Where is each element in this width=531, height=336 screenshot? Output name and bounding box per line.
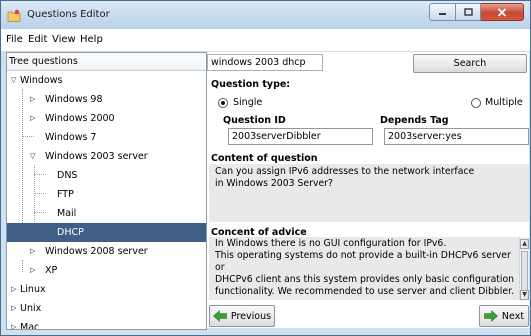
tree-item-label: Mac: [20, 322, 40, 330]
tree-header: Tree questions: [7, 53, 206, 71]
collapsed-arrow-icon[interactable]: ▷: [11, 299, 16, 318]
next-label: Next: [501, 310, 525, 322]
window-title: Questions Editor: [27, 9, 110, 20]
question-id-label: Question ID: [223, 115, 286, 126]
questions-editor-window: Questions Editor File Edit View Help Tre…: [0, 0, 531, 336]
tree-item-label: Mail: [57, 208, 77, 219]
question-type-label: Question type:: [211, 79, 291, 90]
menu-help[interactable]: Help: [80, 34, 103, 45]
close-icon: [497, 7, 507, 17]
depends-tag-field[interactable]: [384, 128, 529, 145]
tree-item-windows-2003-server[interactable]: ▽ Windows 2003 server: [7, 147, 206, 166]
tree-item-unix[interactable]: ▷ Unix: [7, 299, 206, 318]
menu-file[interactable]: File: [6, 34, 23, 45]
minimize-icon: [439, 13, 446, 15]
menu-edit[interactable]: Edit: [28, 34, 47, 45]
single-radio[interactable]: [218, 98, 228, 108]
tree-item-mac[interactable]: ▷ Mac: [7, 318, 206, 330]
previous-label: Previous: [230, 310, 272, 322]
multiple-radio-label: Multiple: [485, 97, 523, 108]
tree-item-label: DHCP: [57, 227, 84, 238]
question-content-text: Can you assign IPv6 addresses to the net…: [215, 166, 475, 189]
tree-item-dns[interactable]: DNS: [7, 166, 206, 185]
advice-scrollbar[interactable]: ▲ ▼: [519, 237, 529, 300]
tree-item-windows-2008-server[interactable]: ▷ Windows 2008 server: [7, 242, 206, 261]
left-arrow-icon: [212, 310, 227, 322]
collapsed-arrow-icon[interactable]: ▷: [30, 109, 35, 128]
tree-item-label: Windows 98: [45, 94, 103, 105]
content-of-question-label: Content of question: [211, 153, 318, 164]
window-controls: [429, 3, 524, 21]
advice-content-area[interactable]: In Windows there is no GUI configuration…: [209, 237, 529, 300]
collapsed-arrow-icon[interactable]: ▷: [11, 280, 16, 299]
tree-item-xp[interactable]: ▷ XP: [7, 261, 206, 280]
title-bar[interactable]: Questions Editor: [1, 1, 530, 29]
next-button[interactable]: Next: [479, 305, 529, 327]
tree-item-label: Windows: [20, 75, 63, 86]
tree-item-label: Linux: [20, 284, 46, 295]
search-input[interactable]: [207, 54, 323, 71]
tree-panel: Tree questions ▽ Windows ▷ Windows 98 ▷ …: [6, 52, 207, 330]
multiple-radio[interactable]: [471, 98, 481, 108]
advice-content-text: In Windows there is no GUI configuration…: [215, 238, 515, 297]
maximize-icon: [463, 8, 473, 16]
question-panel: Search Question type: Single Multiple Qu…: [207, 52, 529, 328]
scroll-down-arrow-icon[interactable]: ▼: [520, 290, 529, 300]
collapsed-arrow-icon[interactable]: ▷: [30, 90, 35, 109]
tree-item-label: Unix: [20, 303, 42, 314]
single-radio-label: Single: [233, 97, 263, 108]
tree-item-windows[interactable]: ▽ Windows: [7, 71, 206, 90]
tree-item-label: DNS: [57, 170, 78, 181]
tree-item-label: Windows 2008 server: [45, 246, 148, 257]
tree-item-windows-98[interactable]: ▷ Windows 98: [7, 90, 206, 109]
right-arrow-icon: [484, 310, 498, 322]
question-content-area[interactable]: Can you assign IPv6 addresses to the net…: [209, 164, 529, 222]
app-folder-icon: [7, 9, 21, 22]
question-id-field[interactable]: [228, 128, 373, 145]
tree-item-label: XP: [45, 265, 58, 276]
previous-button[interactable]: Previous: [209, 305, 275, 327]
tree-item-dhcp[interactable]: DHCP: [7, 223, 206, 242]
menu-view[interactable]: View: [52, 34, 76, 45]
maximize-button[interactable]: [456, 3, 481, 21]
tree-item-label: FTP: [57, 189, 74, 200]
minimize-button[interactable]: [429, 3, 456, 21]
search-button[interactable]: Search: [413, 54, 527, 73]
depends-tag-label: Depends Tag: [380, 115, 449, 126]
expanded-arrow-icon[interactable]: ▽: [30, 147, 35, 166]
tree-item-ftp[interactable]: FTP: [7, 185, 206, 204]
tree-item-label: Windows 2000: [45, 113, 115, 124]
expanded-arrow-icon[interactable]: ▽: [11, 71, 16, 90]
tree-item-windows-2000[interactable]: ▷ Windows 2000: [7, 109, 206, 128]
scroll-up-arrow-icon[interactable]: ▲: [520, 239, 529, 249]
tree-item-mail[interactable]: Mail: [7, 204, 206, 223]
tree-item-label: Windows 7: [45, 132, 97, 143]
scroll-thumb[interactable]: [521, 251, 528, 291]
collapsed-arrow-icon[interactable]: ▷: [11, 318, 16, 329]
close-button[interactable]: [481, 3, 524, 21]
menu-bar: File Edit View Help: [1, 29, 530, 52]
tree-item-windows-7[interactable]: Windows 7: [7, 128, 206, 147]
collapsed-arrow-icon[interactable]: ▷: [30, 261, 35, 280]
radio-selected-dot: [221, 101, 225, 105]
tree-item-linux[interactable]: ▷ Linux: [7, 280, 206, 299]
collapsed-arrow-icon[interactable]: ▷: [30, 242, 35, 261]
tree-item-label: Windows 2003 server: [45, 151, 148, 162]
